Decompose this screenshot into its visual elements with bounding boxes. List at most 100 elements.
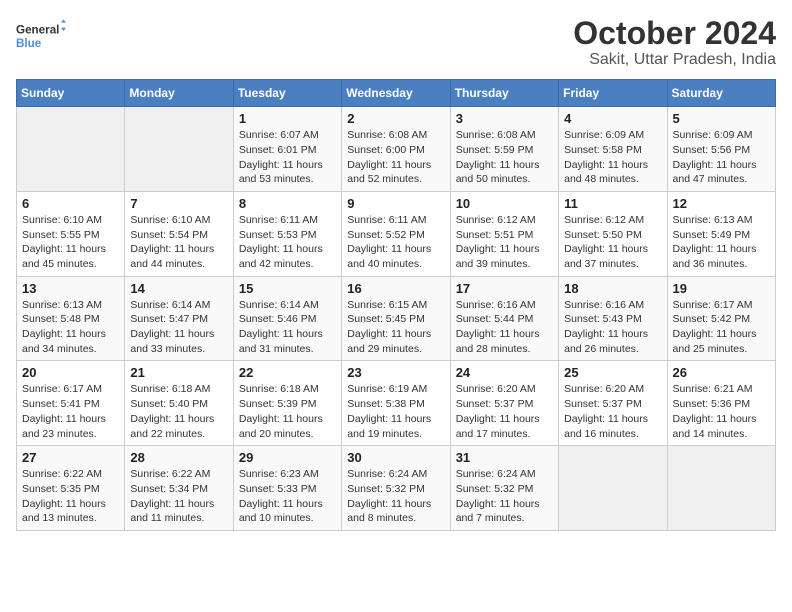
calendar-table: SundayMondayTuesdayWednesdayThursdayFrid…: [16, 79, 776, 531]
calendar-cell: 15 Sunrise: 6:14 AM Sunset: 5:46 PM Dayli…: [233, 276, 341, 361]
day-number: 27: [22, 450, 119, 465]
day-info: Sunrise: 6:16 AM Sunset: 5:44 PM Dayligh…: [456, 298, 553, 357]
day-number: 25: [564, 365, 661, 380]
calendar-cell: 19 Sunrise: 6:17 AM Sunset: 5:42 PM Dayli…: [667, 276, 775, 361]
day-info: Sunrise: 6:16 AM Sunset: 5:43 PM Dayligh…: [564, 298, 661, 357]
calendar-week-row: 27 Sunrise: 6:22 AM Sunset: 5:35 PM Dayli…: [17, 446, 776, 531]
calendar-cell: 18 Sunrise: 6:16 AM Sunset: 5:43 PM Dayli…: [559, 276, 667, 361]
day-number: 24: [456, 365, 553, 380]
day-number: 14: [130, 281, 227, 296]
calendar-cell: 31 Sunrise: 6:24 AM Sunset: 5:32 PM Dayli…: [450, 446, 558, 531]
day-number: 30: [347, 450, 444, 465]
day-info: Sunrise: 6:12 AM Sunset: 5:51 PM Dayligh…: [456, 213, 553, 272]
day-info: Sunrise: 6:12 AM Sunset: 5:50 PM Dayligh…: [564, 213, 661, 272]
day-header: Tuesday: [233, 80, 341, 107]
logo-svg: General Blue: [16, 16, 66, 56]
day-number: 2: [347, 111, 444, 126]
calendar-cell: 17 Sunrise: 6:16 AM Sunset: 5:44 PM Dayli…: [450, 276, 558, 361]
day-number: 8: [239, 196, 336, 211]
day-info: Sunrise: 6:09 AM Sunset: 5:58 PM Dayligh…: [564, 128, 661, 187]
day-info: Sunrise: 6:22 AM Sunset: 5:35 PM Dayligh…: [22, 467, 119, 526]
day-info: Sunrise: 6:11 AM Sunset: 5:52 PM Dayligh…: [347, 213, 444, 272]
day-header: Saturday: [667, 80, 775, 107]
calendar-cell: 29 Sunrise: 6:23 AM Sunset: 5:33 PM Dayli…: [233, 446, 341, 531]
day-number: 4: [564, 111, 661, 126]
calendar-cell: [17, 107, 125, 192]
day-info: Sunrise: 6:17 AM Sunset: 5:42 PM Dayligh…: [673, 298, 770, 357]
day-number: 17: [456, 281, 553, 296]
calendar-cell: 11 Sunrise: 6:12 AM Sunset: 5:50 PM Dayli…: [559, 191, 667, 276]
calendar-cell: 4 Sunrise: 6:09 AM Sunset: 5:58 PM Daylig…: [559, 107, 667, 192]
calendar-cell: [125, 107, 233, 192]
day-info: Sunrise: 6:20 AM Sunset: 5:37 PM Dayligh…: [564, 382, 661, 441]
day-header: Friday: [559, 80, 667, 107]
day-header: Thursday: [450, 80, 558, 107]
page-title: October 2024: [573, 16, 776, 51]
calendar-cell: 14 Sunrise: 6:14 AM Sunset: 5:47 PM Dayli…: [125, 276, 233, 361]
day-number: 13: [22, 281, 119, 296]
day-info: Sunrise: 6:08 AM Sunset: 5:59 PM Dayligh…: [456, 128, 553, 187]
day-info: Sunrise: 6:14 AM Sunset: 5:46 PM Dayligh…: [239, 298, 336, 357]
calendar-cell: 25 Sunrise: 6:20 AM Sunset: 5:37 PM Dayli…: [559, 361, 667, 446]
calendar-cell: 23Sunrise: 6:19 AM Sunset: 5:38 PM Dayli…: [342, 361, 450, 446]
calendar-week-row: 20Sunrise: 6:17 AM Sunset: 5:41 PM Dayli…: [17, 361, 776, 446]
calendar-cell: 12 Sunrise: 6:13 AM Sunset: 5:49 PM Dayli…: [667, 191, 775, 276]
day-number: 10: [456, 196, 553, 211]
day-info: Sunrise: 6:15 AM Sunset: 5:45 PM Dayligh…: [347, 298, 444, 357]
day-info: Sunrise: 6:13 AM Sunset: 5:49 PM Dayligh…: [673, 213, 770, 272]
calendar-cell: 10 Sunrise: 6:12 AM Sunset: 5:51 PM Dayli…: [450, 191, 558, 276]
calendar-cell: 6Sunrise: 6:10 AM Sunset: 5:55 PM Daylig…: [17, 191, 125, 276]
day-number: 31: [456, 450, 553, 465]
day-number: 20: [22, 365, 119, 380]
day-info: Sunrise: 6:10 AM Sunset: 5:54 PM Dayligh…: [130, 213, 227, 272]
day-info: Sunrise: 6:14 AM Sunset: 5:47 PM Dayligh…: [130, 298, 227, 357]
day-info: Sunrise: 6:24 AM Sunset: 5:32 PM Dayligh…: [347, 467, 444, 526]
calendar-cell: 5 Sunrise: 6:09 AM Sunset: 5:56 PM Daylig…: [667, 107, 775, 192]
svg-text:Blue: Blue: [16, 37, 42, 50]
day-info: Sunrise: 6:24 AM Sunset: 5:32 PM Dayligh…: [456, 467, 553, 526]
day-number: 7: [130, 196, 227, 211]
day-info: Sunrise: 6:08 AM Sunset: 6:00 PM Dayligh…: [347, 128, 444, 187]
calendar-cell: 30 Sunrise: 6:24 AM Sunset: 5:32 PM Dayli…: [342, 446, 450, 531]
day-number: 6: [22, 196, 119, 211]
calendar-header-row: SundayMondayTuesdayWednesdayThursdayFrid…: [17, 80, 776, 107]
page-subtitle: Sakit, Uttar Pradesh, India: [573, 51, 776, 69]
calendar-cell: 24 Sunrise: 6:20 AM Sunset: 5:37 PM Dayli…: [450, 361, 558, 446]
calendar-cell: 7 Sunrise: 6:10 AM Sunset: 5:54 PM Daylig…: [125, 191, 233, 276]
svg-text:General: General: [16, 24, 59, 37]
day-number: 3: [456, 111, 553, 126]
calendar-cell: 21 Sunrise: 6:18 AM Sunset: 5:40 PM Dayli…: [125, 361, 233, 446]
day-info: Sunrise: 6:20 AM Sunset: 5:37 PM Dayligh…: [456, 382, 553, 441]
day-info: Sunrise: 6:23 AM Sunset: 5:33 PM Dayligh…: [239, 467, 336, 526]
day-number: 29: [239, 450, 336, 465]
day-header: Sunday: [17, 80, 125, 107]
day-number: 5: [673, 111, 770, 126]
day-info: Sunrise: 6:21 AM Sunset: 5:36 PM Dayligh…: [673, 382, 770, 441]
calendar-week-row: 13Sunrise: 6:13 AM Sunset: 5:48 PM Dayli…: [17, 276, 776, 361]
day-number: 21: [130, 365, 227, 380]
calendar-cell: 16Sunrise: 6:15 AM Sunset: 5:45 PM Dayli…: [342, 276, 450, 361]
day-number: 28: [130, 450, 227, 465]
calendar-cell: 2 Sunrise: 6:08 AM Sunset: 6:00 PM Daylig…: [342, 107, 450, 192]
day-number: 18: [564, 281, 661, 296]
day-number: 15: [239, 281, 336, 296]
title-block: October 2024 Sakit, Uttar Pradesh, India: [573, 16, 776, 69]
day-info: Sunrise: 6:18 AM Sunset: 5:39 PM Dayligh…: [239, 382, 336, 441]
day-info: Sunrise: 6:22 AM Sunset: 5:34 PM Dayligh…: [130, 467, 227, 526]
calendar-cell: [667, 446, 775, 531]
calendar-cell: 9Sunrise: 6:11 AM Sunset: 5:52 PM Daylig…: [342, 191, 450, 276]
calendar-cell: 13Sunrise: 6:13 AM Sunset: 5:48 PM Dayli…: [17, 276, 125, 361]
day-number: 1: [239, 111, 336, 126]
day-header: Monday: [125, 80, 233, 107]
day-number: 11: [564, 196, 661, 211]
logo: General Blue: [16, 16, 66, 56]
calendar-cell: 27 Sunrise: 6:22 AM Sunset: 5:35 PM Dayli…: [17, 446, 125, 531]
day-number: 12: [673, 196, 770, 211]
day-number: 23: [347, 365, 444, 380]
day-info: Sunrise: 6:09 AM Sunset: 5:56 PM Dayligh…: [673, 128, 770, 187]
day-info: Sunrise: 6:07 AM Sunset: 6:01 PM Dayligh…: [239, 128, 336, 187]
day-info: Sunrise: 6:18 AM Sunset: 5:40 PM Dayligh…: [130, 382, 227, 441]
day-number: 19: [673, 281, 770, 296]
calendar-week-row: 1 Sunrise: 6:07 AM Sunset: 6:01 PM Daylig…: [17, 107, 776, 192]
page-header: General Blue October 2024 Sakit, Uttar P…: [16, 16, 776, 69]
